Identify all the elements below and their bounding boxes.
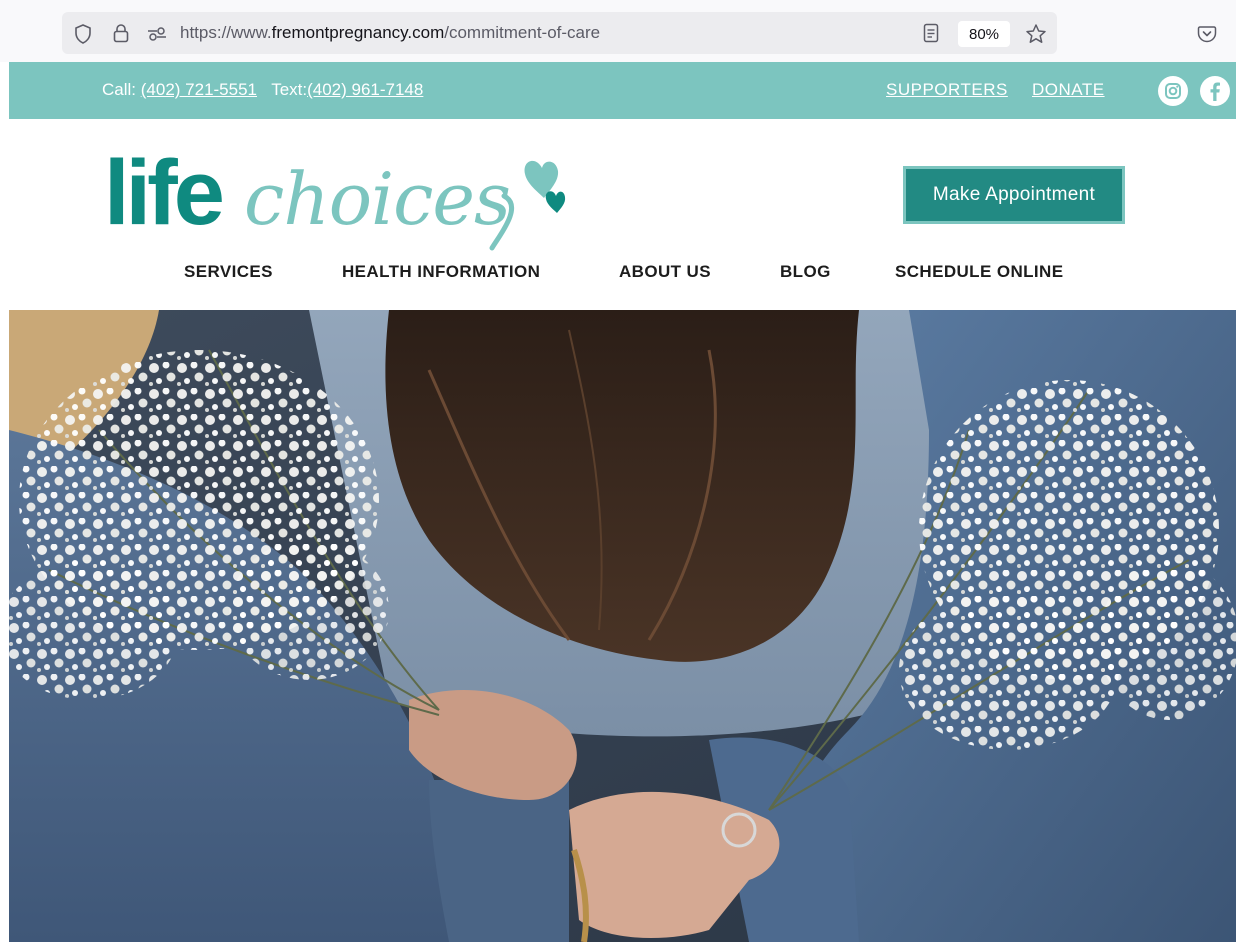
permissions-icon[interactable] — [146, 23, 168, 45]
shield-icon[interactable] — [72, 23, 94, 45]
url-path: /commitment-of-care — [444, 23, 601, 42]
url-prefix: https://www. — [180, 23, 272, 42]
nav-schedule-online[interactable]: SCHEDULE ONLINE — [895, 262, 1063, 282]
url-domain: fremontpregnancy.com — [271, 23, 445, 42]
url-text[interactable]: https://www.fremontpregnancy.com/commitm… — [180, 23, 600, 43]
address-bar[interactable]: https://www.fremontpregnancy.com/commitm… — [62, 12, 1057, 54]
instagram-icon[interactable] — [1158, 76, 1188, 106]
logo-choices-text: choices — [244, 157, 510, 241]
call-phone-link[interactable]: (402) 721-5551 — [141, 80, 257, 99]
contact-bar: Call: (402) 721-5551 Text:(402) 961-7148… — [9, 62, 1236, 119]
nav-services[interactable]: SERVICES — [184, 262, 273, 282]
bookmark-star-icon[interactable] — [1024, 22, 1048, 46]
contact-info: Call: (402) 721-5551 Text:(402) 961-7148 — [102, 80, 423, 100]
make-appointment-button[interactable]: Make Appointment — [903, 166, 1125, 224]
nav-blog[interactable]: BLOG — [780, 262, 831, 282]
text-label: Text: — [271, 80, 308, 99]
donate-link[interactable]: DONATE — [1032, 80, 1105, 100]
pocket-icon[interactable] — [1195, 22, 1219, 46]
browser-toolbar: https://www.fremontpregnancy.com/commitm… — [0, 0, 1236, 62]
zoom-level-button[interactable]: 80% — [958, 21, 1010, 47]
nav-about-us[interactable]: ABOUT US — [619, 262, 711, 282]
main-navigation: SERVICES HEALTH INFORMATION ABOUT US BLO… — [0, 262, 1236, 282]
small-heart-icon — [545, 191, 566, 213]
facebook-icon[interactable] — [1200, 76, 1230, 106]
hero-image — [9, 310, 1236, 942]
text-phone-link[interactable]: (402) 961-7148 — [307, 80, 423, 99]
call-label: Call: — [102, 80, 137, 99]
lifechoices-logo[interactable]: life choices — [104, 126, 584, 256]
reader-view-icon[interactable] — [920, 22, 942, 44]
nav-health-information[interactable]: HEALTH INFORMATION — [342, 262, 540, 282]
supporters-link[interactable]: SUPPORTERS — [886, 80, 1008, 100]
logo-life-text: life — [104, 142, 223, 244]
lock-icon[interactable] — [110, 22, 132, 44]
